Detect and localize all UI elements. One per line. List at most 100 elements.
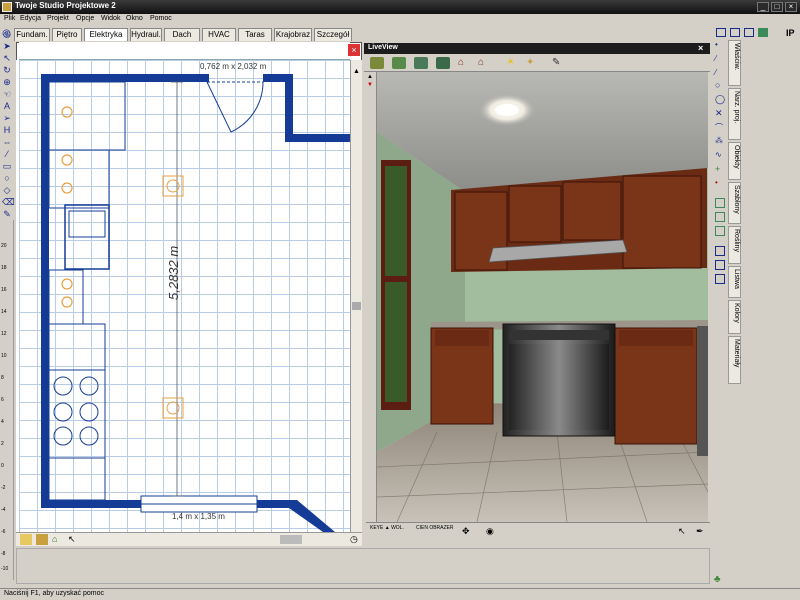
close-button[interactable]: × <box>785 2 797 12</box>
house-edit-icon[interactable]: ⌂ <box>478 57 492 69</box>
menu-widok[interactable]: Widok <box>101 15 120 22</box>
layer-2-icon[interactable] <box>715 260 725 270</box>
door-leaf[interactable] <box>206 81 232 133</box>
object-2-icon[interactable] <box>715 212 725 222</box>
ellipse-icon[interactable]: ◯ <box>715 94 725 105</box>
line-draw-icon[interactable]: ⁄ <box>715 54 716 63</box>
outlet-fixture[interactable] <box>61 296 73 308</box>
plan-vertical-scrollbar[interactable]: ▲ <box>350 60 362 532</box>
draw-icon[interactable]: ✎ <box>2 209 12 219</box>
plan-close-icon[interactable]: × <box>348 44 360 56</box>
ceiling-light-fixture[interactable] <box>162 175 184 197</box>
zoom-icon[interactable]: ⊕ <box>2 77 12 87</box>
tab-taras[interactable]: Taras <box>238 28 272 41</box>
vtab-wlasciwosci[interactable]: Właściw. <box>728 40 741 86</box>
liveview-left-scrollbar[interactable]: ▲ ▼ <box>366 72 377 522</box>
corner-cabinet[interactable] <box>48 457 106 501</box>
line-icon[interactable]: ⁄ <box>2 149 12 159</box>
sun-icon[interactable]: ☀ <box>506 57 520 69</box>
camera-orbit-icon[interactable] <box>414 57 428 69</box>
cross-icon[interactable]: ✕ <box>715 108 723 119</box>
house-view-icon[interactable]: ⌂ <box>458 57 472 69</box>
object-icon[interactable] <box>715 198 725 208</box>
layer-3-icon[interactable] <box>715 274 725 284</box>
panel-layout-icon[interactable] <box>716 28 726 37</box>
folder-icon[interactable] <box>20 534 32 545</box>
eye-icon[interactable]: ◉ <box>486 526 494 537</box>
tab-szczegol[interactable]: Szczegół <box>314 28 352 41</box>
rectangle-icon[interactable]: ▭ <box>2 161 12 171</box>
vtab-materialy[interactable]: Materiały <box>728 336 741 384</box>
tab-hvac[interactable]: HVAC <box>202 28 236 41</box>
lamp-icon[interactable]: ✦ <box>526 57 540 69</box>
menu-pomoc[interactable]: Pomoc <box>150 15 172 22</box>
scroll-down-icon[interactable]: ▼ <box>367 82 373 88</box>
tab-elektryka[interactable]: Elektryka <box>84 28 128 41</box>
spline-icon[interactable]: ∿ <box>715 150 722 159</box>
layer-icon[interactable] <box>715 246 725 256</box>
maximize-button[interactable]: □ <box>771 2 783 12</box>
remove-point-icon[interactable]: • <box>715 178 718 187</box>
menu-opcje[interactable]: Opcje <box>76 15 94 22</box>
camera-fly-icon[interactable] <box>392 57 406 69</box>
clock-icon[interactable]: ◷ <box>350 534 361 545</box>
cursor-icon[interactable]: ↖ <box>678 526 686 537</box>
measure-icon[interactable]: ⇔ <box>2 137 12 147</box>
vtab-listwa[interactable]: Listwa <box>728 266 741 298</box>
select-arrow-icon[interactable]: ➤ <box>2 41 12 51</box>
cooktop[interactable] <box>48 369 106 459</box>
scroll-up-icon[interactable]: ▲ <box>367 74 373 80</box>
move-icon[interactable]: ✥ <box>462 526 470 537</box>
arrow-tool-icon[interactable]: ➢ <box>2 113 12 123</box>
camera-walk-icon[interactable] <box>370 57 384 69</box>
panel-cascade-icon[interactable] <box>744 28 754 37</box>
menu-okno[interactable]: Okno <box>126 15 143 22</box>
menu-projekt[interactable]: Projekt <box>47 15 69 22</box>
liveview-3d-render[interactable] <box>377 72 708 522</box>
cursor-icon[interactable]: ↖ <box>68 534 80 545</box>
view-mode-label[interactable]: KEYE ▲ WOL. <box>370 525 404 531</box>
scroll-thumb[interactable] <box>352 302 361 310</box>
dot-icon[interactable]: • <box>715 40 718 49</box>
scroll-up-icon[interactable]: ▲ <box>352 68 361 76</box>
node-icon[interactable]: ⁂ <box>715 136 723 145</box>
counter-cabinet[interactable] <box>48 149 110 209</box>
outlet-fixture[interactable] <box>61 154 73 166</box>
circle-tool-icon[interactable]: ○ <box>2 173 12 183</box>
circle-draw-icon[interactable]: ○ <box>715 80 720 90</box>
plan-horizontal-scrollbar[interactable]: ⌂ ↖ ◷ <box>16 532 362 546</box>
tab-dach[interactable]: Dach <box>164 28 200 41</box>
panel-tile-icon[interactable] <box>758 28 768 37</box>
vtab-obiekty[interactable]: Obiekty <box>728 142 741 180</box>
object-3-icon[interactable] <box>715 226 725 236</box>
polyline-icon[interactable]: ⁄ <box>715 68 716 77</box>
outlet-fixture[interactable] <box>61 182 73 194</box>
dimension-icon[interactable]: H <box>2 125 12 135</box>
liveview-close-icon[interactable]: × <box>698 43 703 53</box>
minimize-button[interactable]: _ <box>757 2 769 12</box>
cabinet-icon[interactable] <box>36 534 48 545</box>
rotate-icon[interactable]: ↻ <box>2 65 12 75</box>
hscroll-thumb[interactable] <box>280 535 302 544</box>
vtab-narzedzia[interactable]: Narz. proj. <box>728 88 741 140</box>
tab-hydraulika[interactable]: Hydraul. <box>130 28 162 41</box>
menu-plik[interactable]: Plik <box>4 15 15 22</box>
home-view-icon[interactable]: ◎ <box>0 28 13 41</box>
outlet-fixture[interactable] <box>61 278 73 290</box>
shadow-mode-label[interactable]: CIEN OBRAZER <box>416 525 454 531</box>
ceiling-light-fixture[interactable] <box>162 397 184 419</box>
pan-icon[interactable]: ☜ <box>2 89 12 99</box>
camera-aerial-icon[interactable] <box>436 57 450 69</box>
vtab-rosliny[interactable]: Rośliny <box>728 226 741 264</box>
base-cabinet[interactable] <box>48 323 106 371</box>
outlet-fixture[interactable] <box>61 106 73 118</box>
panel-split-icon[interactable] <box>730 28 740 37</box>
erase-icon[interactable]: ⌫ <box>2 197 15 207</box>
plant-icon[interactable]: ♣ <box>714 574 726 586</box>
tab-krajobraz[interactable]: Krajobraz <box>274 28 312 41</box>
text-icon[interactable]: A <box>2 101 12 111</box>
eyedropper-icon[interactable]: ✒ <box>696 526 704 537</box>
tab-fundamenty[interactable]: Fundam. <box>14 28 50 41</box>
house-icon[interactable]: ⌂ <box>52 534 64 545</box>
vtab-szablony[interactable]: Szablony <box>728 182 741 224</box>
